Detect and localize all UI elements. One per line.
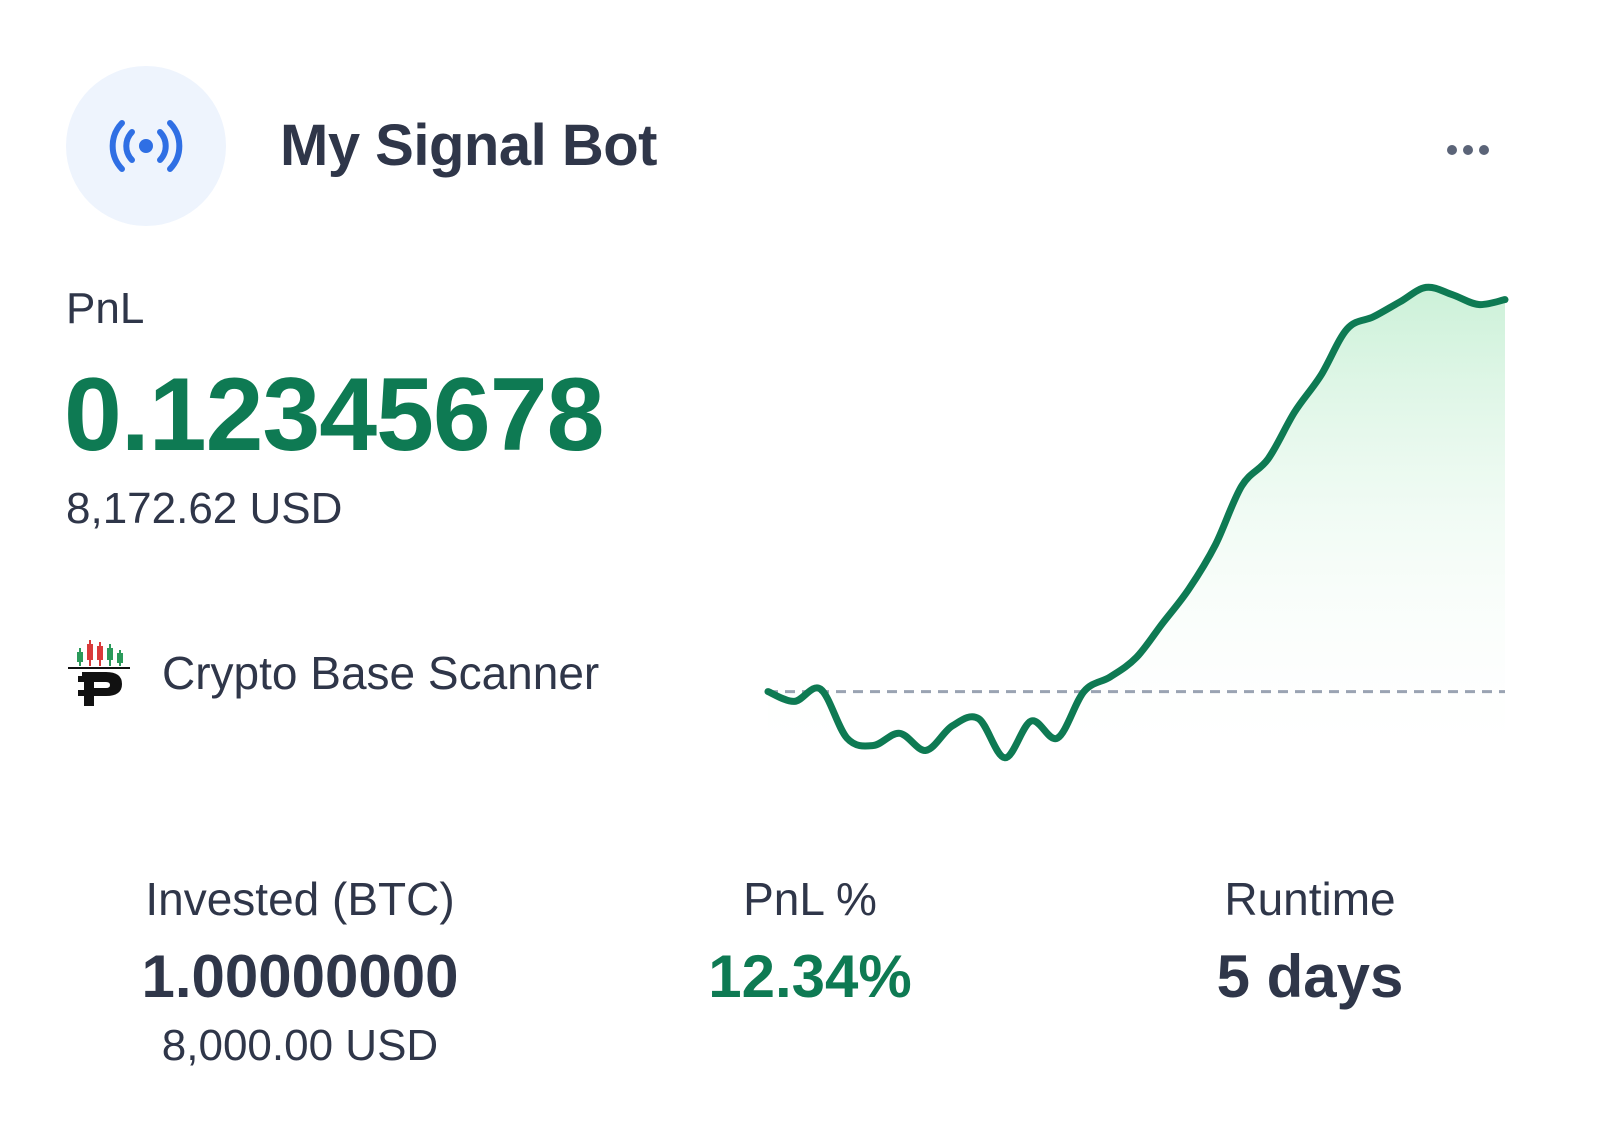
bot-avatar [66, 66, 226, 226]
stat-invested: Invested (BTC) 1.00000000 8,000.00 USD [100, 872, 500, 1071]
crypto-base-scanner-logo [68, 640, 130, 706]
stat-pnl-percent: PnL % 12.34% [610, 872, 1010, 1011]
signal-broadcast-icon [109, 120, 183, 172]
more-horizontal-icon [1447, 145, 1489, 155]
invested-value: 1.00000000 [141, 943, 459, 1010]
chart-area-fill [768, 287, 1505, 770]
signal-source-name: Crypto Base Scanner [162, 647, 600, 699]
signal-source[interactable]: Crypto Base Scanner [66, 638, 599, 708]
pnl-usd-value: 8,172.62 USD [66, 484, 343, 533]
runtime-label: Runtime [1224, 873, 1396, 925]
stat-runtime: Runtime 5 days [1110, 872, 1510, 1011]
more-options-button[interactable] [1438, 130, 1498, 170]
invested-label: Invested (BTC) [145, 873, 455, 925]
pnl-percent-value: 12.34% [708, 943, 912, 1010]
bot-name: My Signal Bot [280, 113, 657, 178]
runtime-value: 5 days [1216, 943, 1404, 1010]
pnl-label: PnL [66, 284, 145, 333]
pnl-percent-label: PnL % [743, 873, 877, 925]
invested-usd-value: 8,000.00 USD [161, 1021, 439, 1070]
pnl-chart [764, 283, 1509, 770]
signal-bot-card: My Signal Bot PnL 0.12345678 8,172.62 US… [0, 0, 1600, 1143]
pnl-value: 0.12345678 [64, 357, 604, 473]
